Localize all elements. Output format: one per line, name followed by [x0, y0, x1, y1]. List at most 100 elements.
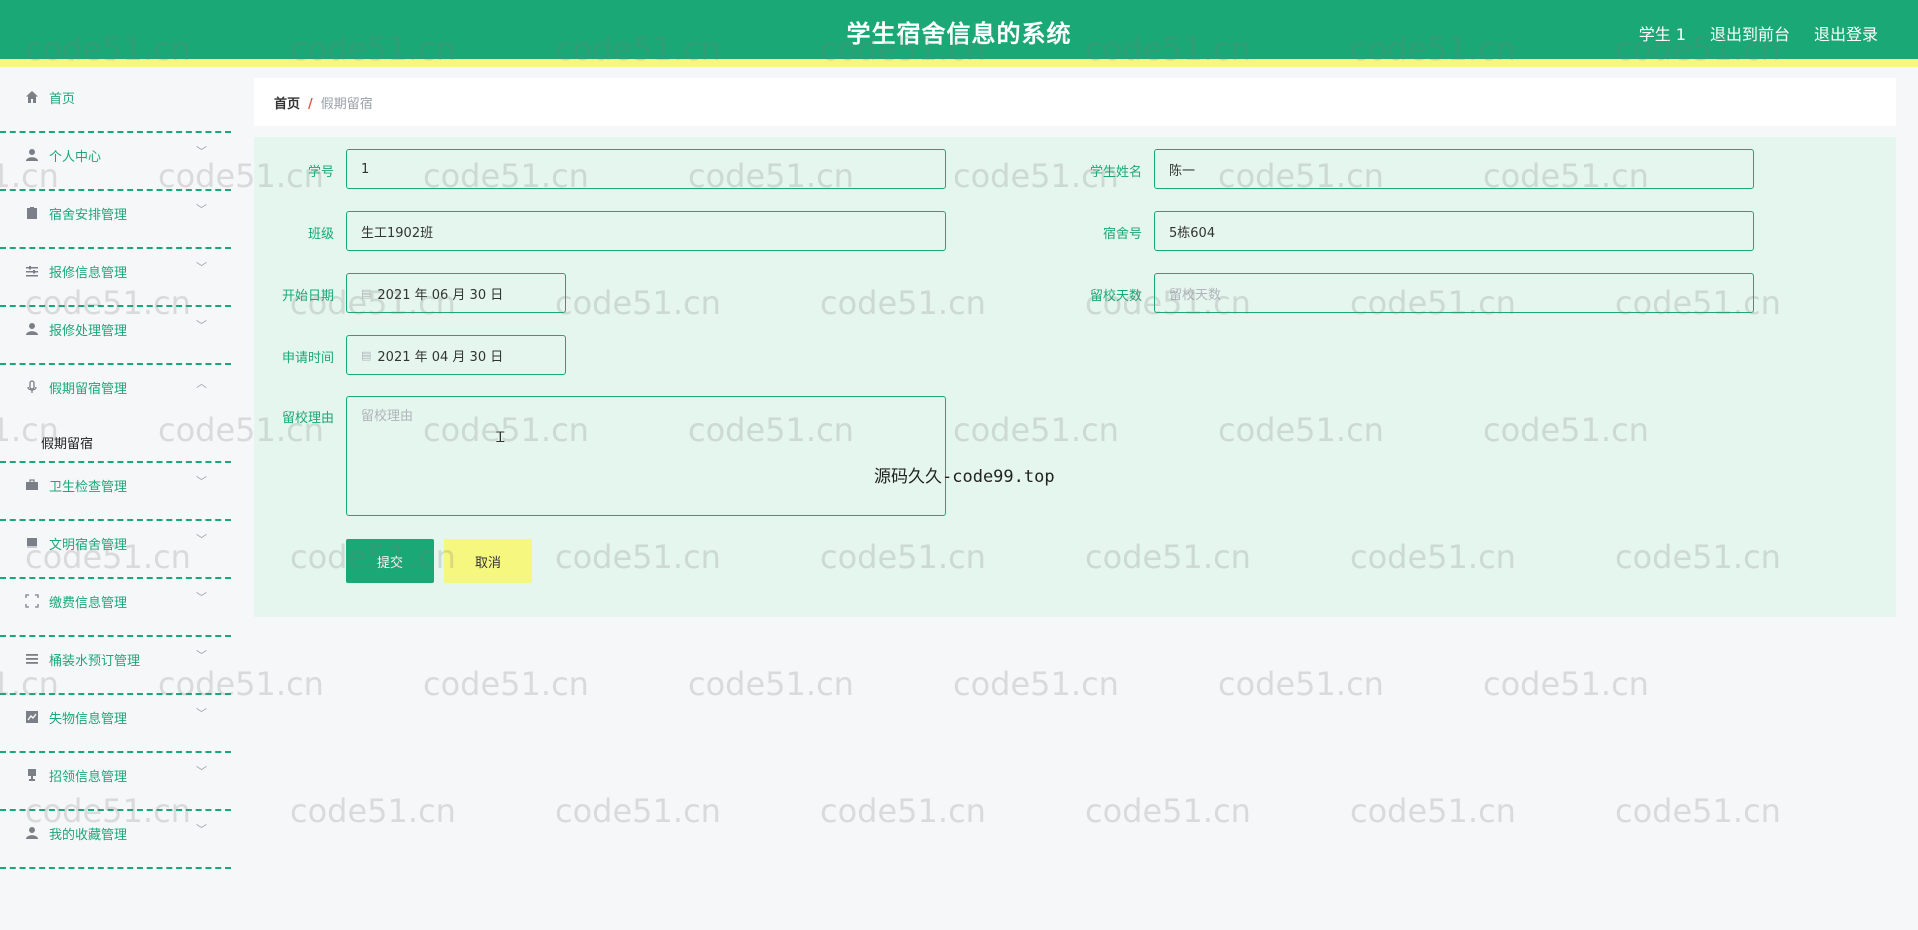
chevron-down-icon: ﹀ [196, 707, 207, 720]
sidebar-item-civilized-dorm[interactable]: 文明宿舍管理 ﹀ [0, 521, 231, 579]
chevron-down-icon: ﹀ [196, 591, 207, 604]
sidebar-item-repair-info[interactable]: 报修信息管理 ﹀ [0, 249, 231, 307]
header-nav: 学生 1 退出到前台 退出登录 [1639, 21, 1878, 45]
student-name-field[interactable]: 陈一 [1154, 149, 1754, 189]
dorm-label: 宿舍号 [1102, 227, 1142, 242]
sidebar-item-favorites[interactable]: 我的收藏管理 ﹀ [0, 811, 231, 869]
watermark-text: code51.cn [290, 792, 456, 830]
start-date-picker[interactable]: ▤ 2021 年 06 月 30 日 [346, 273, 566, 313]
logout-link[interactable]: 退出登录 [1814, 21, 1878, 45]
holiday-stay-form: 学号 1 学生姓名 陈一 班级 生工1902班 宿舍号 5栋604 开始日期 ▤… [254, 137, 1896, 617]
dorm-field[interactable]: 5栋604 [1154, 211, 1754, 251]
sidebar-item-repair-handling[interactable]: 报修处理管理 ﹀ [0, 307, 231, 365]
home-icon [24, 89, 40, 105]
clipboard-icon [24, 205, 40, 221]
chevron-down-icon: ﹀ [196, 649, 207, 662]
sidebar-item-label: 宿舍安排管理 [49, 208, 128, 223]
sidebar-item-label: 假期留宿管理 [49, 382, 128, 397]
user-icon [24, 147, 40, 163]
watermark-text: code51.cn [688, 665, 854, 703]
watermark-text: code51.cn [1218, 665, 1384, 703]
calendar-icon: ▤ [361, 348, 372, 362]
list-icon [24, 651, 40, 667]
user-icon [24, 321, 40, 337]
sidebar-item-home[interactable]: 首页 [0, 75, 231, 133]
submenu-item-label: 假期留宿 [41, 437, 94, 452]
calendar-icon: ▤ [361, 286, 372, 300]
sidebar-item-label: 文明宿舍管理 [49, 538, 128, 553]
apply-time-picker[interactable]: ▤ 2021 年 04 月 30 日 [346, 335, 566, 375]
stay-days-label: 留校天数 [1089, 289, 1142, 304]
sidebar-item-label: 桶装水预订管理 [49, 654, 141, 669]
start-date-value: 2021 年 06 月 30 日 [377, 287, 504, 303]
cancel-button[interactable]: 取消 [444, 539, 532, 583]
watermark-text: code51.cn [953, 665, 1119, 703]
submenu-item-holiday-stay[interactable]: 假期留宿 [0, 423, 231, 463]
header-accent-bar [0, 59, 1918, 67]
app-title: 学生宿舍信息的系统 [846, 20, 1072, 48]
sidebar-item-hygiene-check[interactable]: 卫生检查管理 ﹀ [0, 463, 231, 521]
sidebar: 首页 个人中心 ﹀ 宿舍安排管理 ﹀ 报修信息管理 ﹀ 报修处理管理 ﹀ 假期留… [0, 75, 231, 930]
watermark-text: code51.cn [1483, 665, 1649, 703]
student-id-field[interactable]: 1 [346, 149, 946, 189]
breadcrumb-bar: 首页 / 假期留宿 [254, 78, 1896, 126]
trophy-icon [24, 767, 40, 783]
sidebar-item-holiday-stay[interactable]: 假期留宿管理 ︿ [0, 365, 231, 423]
sliders-icon [24, 263, 40, 279]
submit-button[interactable]: 提交 [346, 539, 434, 583]
sidebar-item-personal-center[interactable]: 个人中心 ﹀ [0, 133, 231, 191]
sidebar-item-label: 报修处理管理 [49, 324, 128, 339]
user-icon [24, 825, 40, 841]
top-header: 学生宿舍信息的系统 学生 1 退出到前台 退出登录 [0, 0, 1918, 67]
class-label: 班级 [307, 227, 334, 242]
text-cursor-icon: Ꮖ [496, 430, 506, 446]
chevron-down-icon: ﹀ [196, 145, 207, 158]
breadcrumb-separator: / [308, 97, 313, 112]
breadcrumb-home[interactable]: 首页 [274, 97, 300, 112]
stay-days-input[interactable]: 留校天数 [1154, 273, 1754, 313]
sidebar-item-water-order[interactable]: 桶装水预订管理 ﹀ [0, 637, 231, 695]
microphone-icon [24, 379, 40, 395]
breadcrumb-current: 假期留宿 [320, 97, 373, 112]
sidebar-item-payment[interactable]: 缴费信息管理 ﹀ [0, 579, 231, 637]
watermark-text: code51.cn [1615, 792, 1781, 830]
chart-icon [24, 709, 40, 725]
chevron-up-icon: ︿ [196, 377, 207, 390]
student-name-label: 学生姓名 [1089, 165, 1142, 180]
expand-icon [24, 593, 40, 609]
apply-time-value: 2021 年 04 月 30 日 [377, 349, 504, 365]
sidebar-item-found-items[interactable]: 招领信息管理 ﹀ [0, 753, 231, 811]
chevron-down-icon: ﹀ [196, 203, 207, 216]
watermark-text: code51.cn [820, 792, 986, 830]
sidebar-item-label: 我的收藏管理 [49, 828, 128, 843]
sidebar-item-label: 个人中心 [49, 150, 102, 165]
sidebar-item-lost-items[interactable]: 失物信息管理 ﹀ [0, 695, 231, 753]
sidebar-item-label: 卫生检查管理 [49, 480, 128, 495]
watermark-text: code51.cn [1350, 792, 1516, 830]
watermark-text: code51.cn [555, 792, 721, 830]
chevron-down-icon: ﹀ [196, 765, 207, 778]
sidebar-item-label: 首页 [49, 92, 76, 107]
chevron-down-icon: ﹀ [196, 319, 207, 332]
back-to-front-link[interactable]: 退出到前台 [1710, 21, 1790, 45]
sidebar-item-label: 失物信息管理 [49, 712, 128, 727]
student-id-label: 学号 [307, 165, 334, 180]
chevron-down-icon: ﹀ [196, 261, 207, 274]
watermark-text: code51.cn [423, 665, 589, 703]
book-icon [24, 535, 40, 551]
sidebar-item-label: 招领信息管理 [49, 770, 128, 785]
reason-label: 留校理由 [281, 411, 334, 426]
chevron-down-icon: ﹀ [196, 475, 207, 488]
chevron-down-icon: ﹀ [196, 823, 207, 836]
user-name-link[interactable]: 学生 1 [1639, 21, 1686, 45]
reason-textarea[interactable]: 留校理由 [346, 396, 946, 516]
class-field[interactable]: 生工1902班 [346, 211, 946, 251]
chevron-down-icon: ﹀ [196, 533, 207, 546]
sidebar-item-dorm-arrangement[interactable]: 宿舍安排管理 ﹀ [0, 191, 231, 249]
watermark-text: code51.cn [1085, 792, 1251, 830]
briefcase-icon [24, 477, 40, 493]
sidebar-item-label: 报修信息管理 [49, 266, 128, 281]
overlay-watermark-text: 源码久久-code99.top [874, 467, 1055, 487]
start-date-label: 开始日期 [281, 289, 334, 304]
apply-time-label: 申请时间 [281, 351, 334, 366]
